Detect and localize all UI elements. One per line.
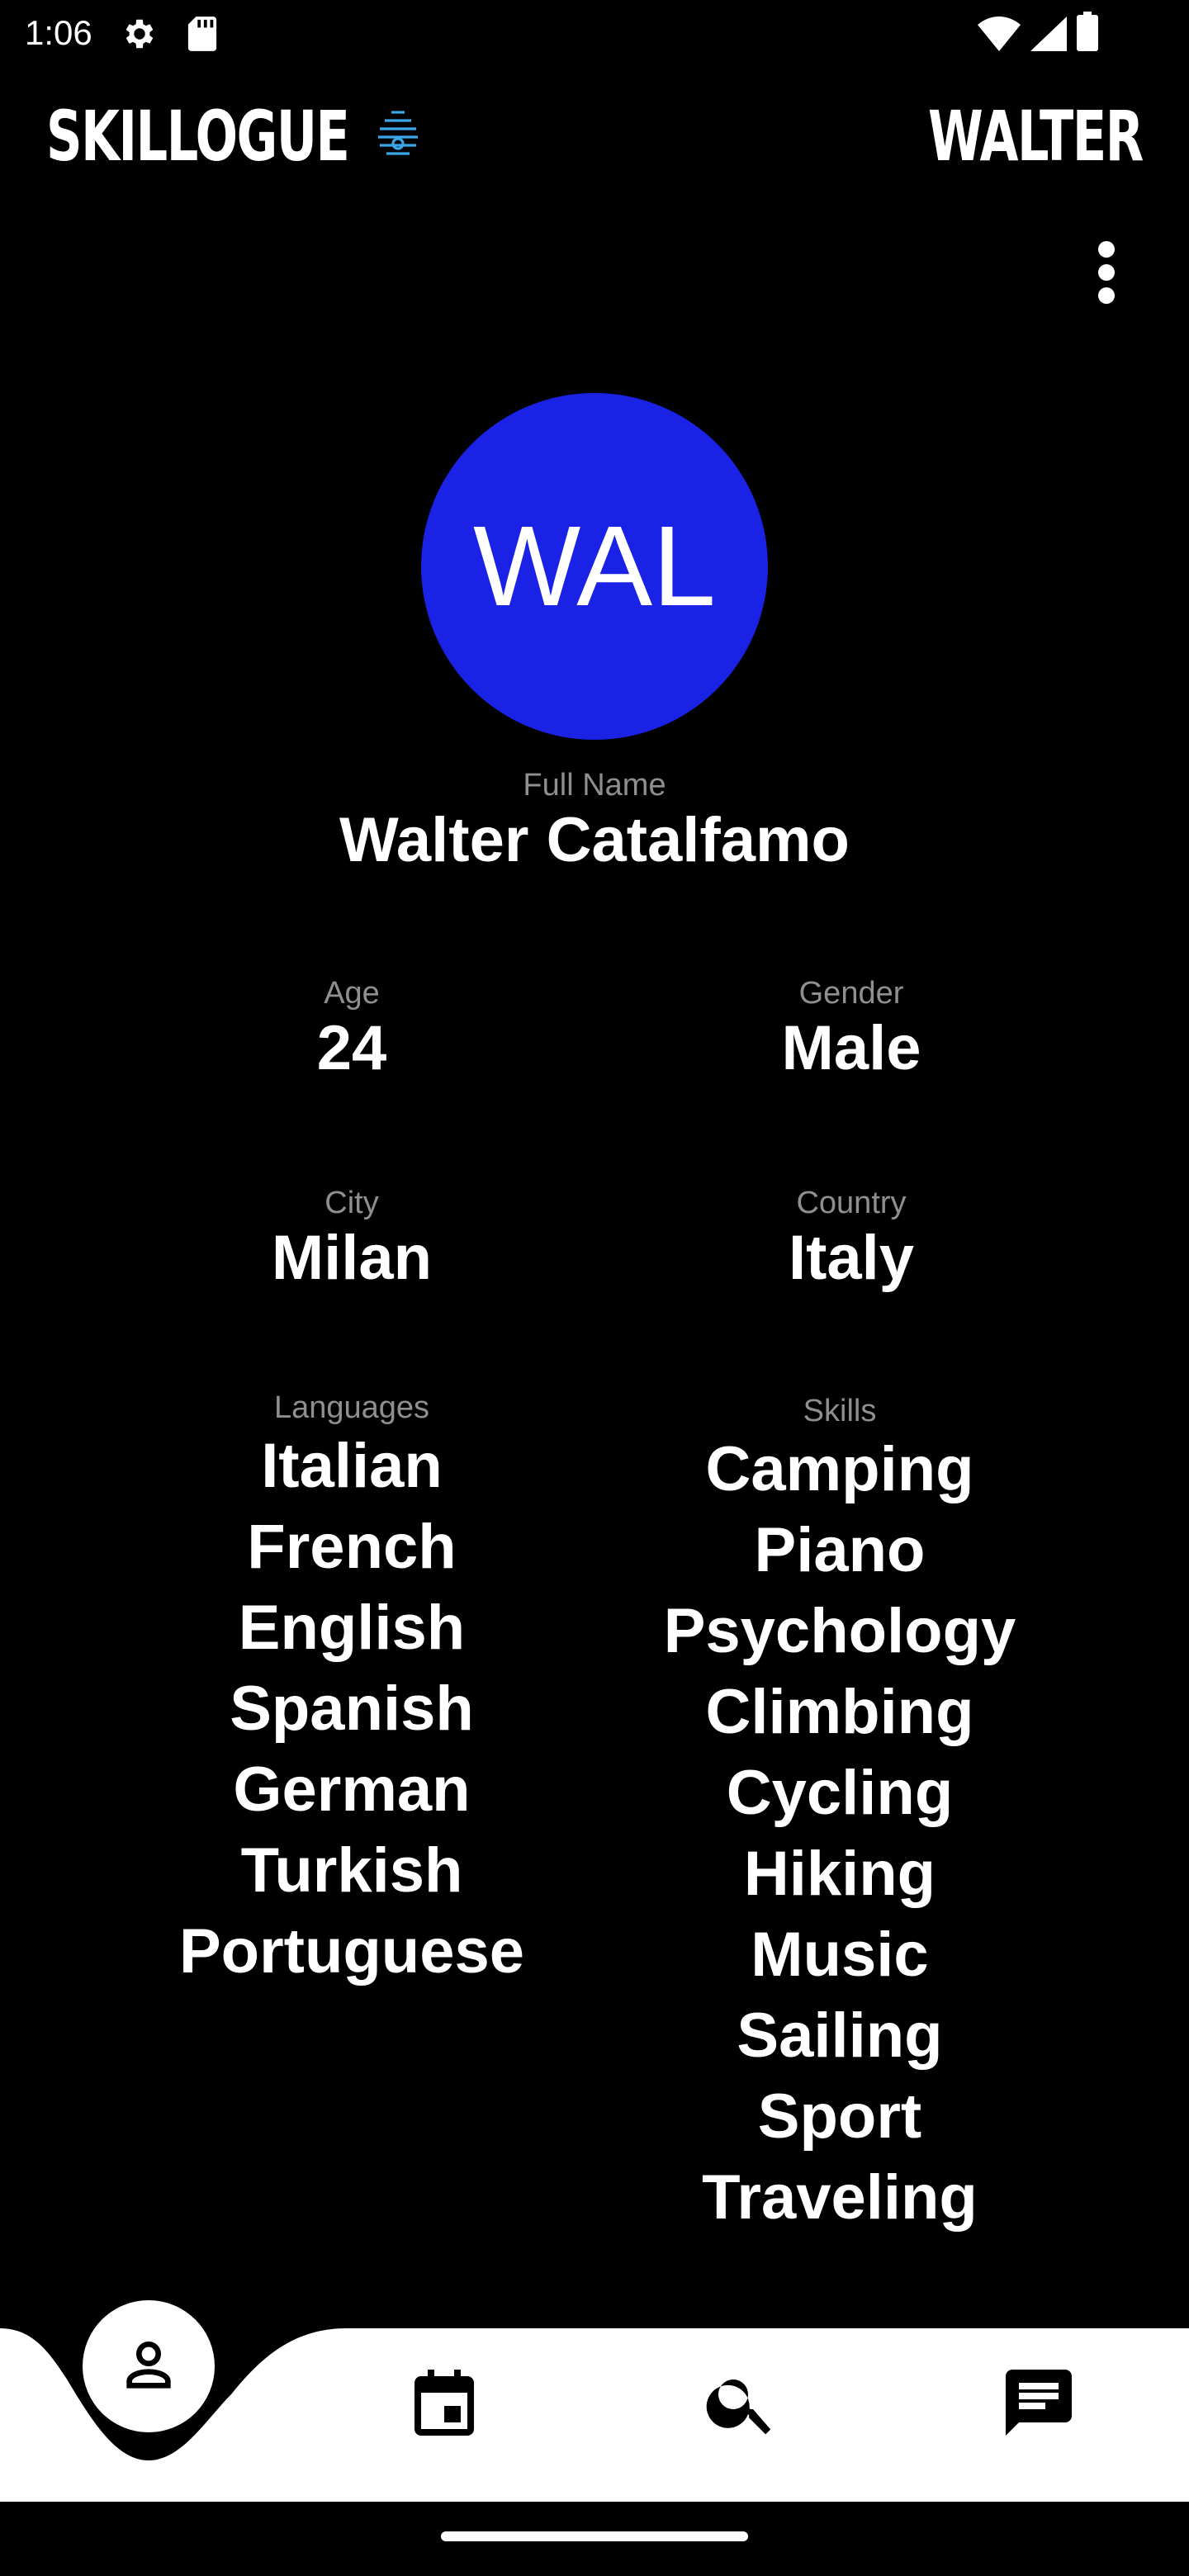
skill-item: Traveling — [702, 2162, 978, 2233]
age-value: 24 — [316, 1013, 387, 1083]
skills-label: Skills — [803, 1394, 877, 1428]
home-indicator[interactable] — [441, 2531, 748, 2541]
age-field: Age 24 — [104, 976, 599, 1086]
search-icon[interactable] — [702, 2363, 781, 2442]
skill-item: Cycling — [726, 1758, 954, 1828]
bottom-navigation — [0, 2300, 1189, 2502]
battery-icon — [1077, 12, 1098, 51]
skill-item: Camping — [705, 1434, 974, 1504]
country-field: Country Italy — [608, 1186, 1095, 1295]
user-name[interactable]: WALTER — [928, 96, 1144, 177]
skill-item: Piano — [754, 1515, 926, 1585]
skill-item: Sport — [757, 2081, 922, 2152]
app-title: SKILLOGUE — [46, 96, 350, 177]
more-options-icon[interactable] — [1090, 239, 1123, 305]
avatar-initials: WAL — [473, 502, 716, 630]
city-field: City Milan — [104, 1186, 599, 1295]
skill-item: Hiking — [743, 1839, 936, 1909]
gender-field: Gender Male — [608, 976, 1095, 1086]
app-header: SKILLOGUE WALTER — [0, 83, 1189, 190]
full-name-value: Walter Catalfamo — [339, 805, 850, 875]
profile-icon — [126, 2341, 171, 2389]
skill-item: Sailing — [737, 2001, 943, 2071]
gender-value: Male — [781, 1013, 921, 1083]
nav-profile-button[interactable] — [83, 2300, 215, 2432]
full-name-label: Full Name — [523, 768, 666, 803]
gender-label: Gender — [798, 976, 904, 1011]
language-item: Portuguese — [178, 1916, 525, 1986]
age-label: Age — [324, 976, 380, 1011]
language-item: Spanish — [230, 1674, 474, 1744]
languages-label: Languages — [273, 1390, 430, 1425]
status-time: 1:06 — [25, 13, 92, 52]
language-item: French — [247, 1512, 457, 1582]
language-item: English — [238, 1593, 466, 1663]
city-value: Milan — [271, 1223, 433, 1293]
country-label: Country — [796, 1186, 907, 1220]
languages-field: Languages Italian French English Spanish… — [104, 1390, 599, 1992]
language-item: Italian — [261, 1431, 443, 1501]
calendar-icon[interactable] — [405, 2363, 484, 2442]
beehive-icon — [378, 111, 418, 155]
city-label: City — [324, 1186, 379, 1220]
chat-icon[interactable] — [999, 2363, 1078, 2442]
sd-card-icon — [187, 17, 217, 51]
skill-item: Psychology — [663, 1596, 1016, 1666]
avatar: WAL — [421, 393, 768, 740]
skill-item: Music — [751, 1920, 929, 1990]
wifi-icon — [978, 17, 1021, 51]
full-name-field: Full Name Walter Catalfamo — [182, 768, 1007, 878]
language-item: German — [233, 1754, 471, 1825]
signal-icon — [1030, 17, 1067, 51]
settings-icon — [126, 19, 154, 49]
skills-field: Skills Camping Piano Psychology Climbing… — [596, 1394, 1083, 2238]
status-bar: 1:06 — [0, 0, 1189, 69]
language-item: Turkish — [240, 1835, 463, 1906]
skill-item: Climbing — [705, 1677, 974, 1747]
country-value: Italy — [788, 1223, 915, 1293]
